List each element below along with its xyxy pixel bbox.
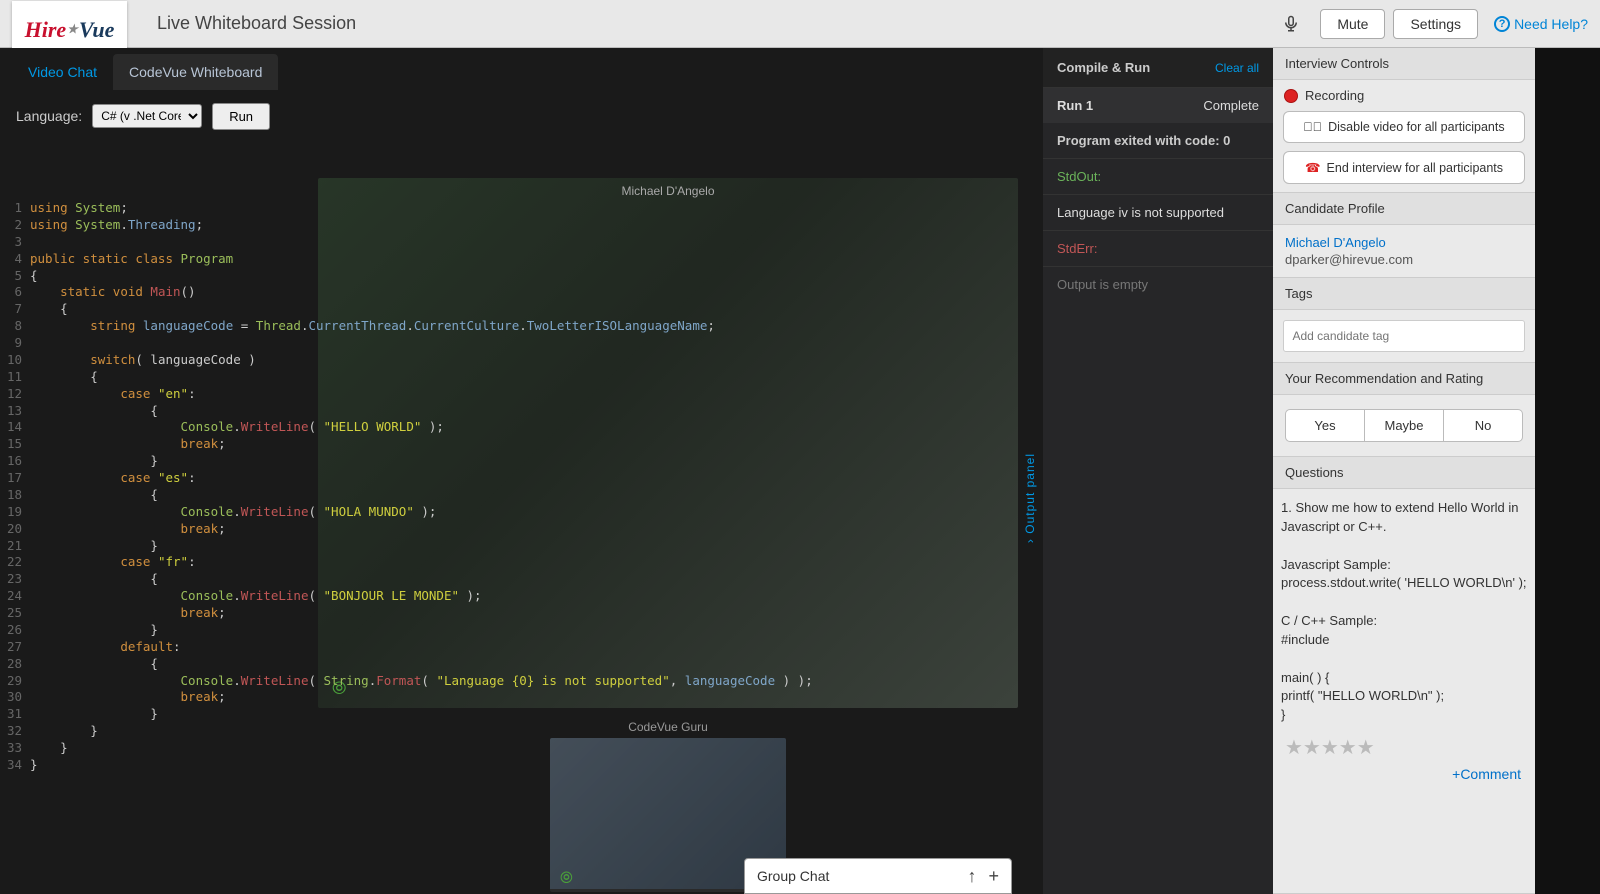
tags-header: Tags: [1273, 278, 1535, 310]
help-icon: ?: [1494, 16, 1510, 32]
recommendation-buttons: Yes Maybe No: [1285, 409, 1523, 442]
output-panel: Compile & Run Clear all Run 1 Complete P…: [1043, 48, 1273, 894]
logo-prefix: Hire: [25, 17, 67, 43]
page-title: Live Whiteboard Session: [157, 13, 356, 34]
exit-code: Program exited with code: 0: [1043, 123, 1273, 159]
rec-no-button[interactable]: No: [1444, 409, 1523, 442]
tab-codevue-whiteboard[interactable]: CodeVue Whiteboard: [113, 54, 278, 90]
interview-controls-header: Interview Controls: [1273, 48, 1535, 80]
group-chat-bar[interactable]: Group Chat ↑ +: [744, 858, 1012, 894]
hangup-icon: ☎: [1305, 161, 1321, 175]
recording-status: Recording: [1273, 80, 1535, 111]
recording-label: Recording: [1305, 88, 1364, 103]
output-header: Compile & Run: [1057, 60, 1150, 75]
connection-icon-self: ⦾: [560, 870, 573, 888]
mic-icon[interactable]: [1282, 15, 1300, 33]
recommendation-header: Your Recommendation and Rating: [1273, 363, 1535, 395]
clear-all-link[interactable]: Clear all: [1215, 61, 1259, 75]
rec-yes-button[interactable]: Yes: [1285, 409, 1364, 442]
language-select[interactable]: C# (v .Net Core): [92, 104, 202, 128]
run-button[interactable]: Run: [212, 103, 270, 130]
tabs: Video Chat CodeVue Whiteboard: [0, 48, 1043, 96]
help-link[interactable]: ? Need Help?: [1494, 16, 1588, 32]
run-status: Complete: [1203, 98, 1259, 113]
disable-video-button[interactable]: 📷⃠Disable video for all participants: [1283, 111, 1524, 143]
tag-input[interactable]: [1283, 320, 1524, 352]
tab-video-chat[interactable]: Video Chat: [12, 54, 113, 90]
candidate-name-link[interactable]: Michael D'Angelo: [1285, 235, 1523, 250]
stdout-content: Language iv is not supported: [1043, 195, 1273, 231]
end-interview-button[interactable]: ☎End interview for all participants: [1283, 151, 1524, 184]
top-bar: Hire★Vue Live Whiteboard Session Mute Se…: [0, 0, 1600, 48]
logo-suffix: Vue: [79, 17, 114, 43]
questions-header: Questions: [1273, 457, 1535, 489]
stderr-empty: Output is empty: [1043, 267, 1273, 302]
stderr-label: StdErr:: [1043, 231, 1273, 267]
add-comment-link[interactable]: +Comment: [1452, 766, 1521, 782]
mute-button[interactable]: Mute: [1320, 9, 1385, 39]
run-label: Run 1: [1057, 98, 1093, 113]
arrow-up-icon[interactable]: ↑: [967, 866, 976, 887]
help-label: Need Help?: [1514, 16, 1588, 32]
language-label: Language:: [16, 108, 82, 124]
candidate-email: dparker@hirevue.com: [1285, 252, 1523, 267]
editor-toolbar: Language: C# (v .Net Core) Run: [0, 96, 1043, 136]
record-icon: [1285, 90, 1297, 102]
sidebar: Interview Controls Recording 📷⃠Disable v…: [1273, 48, 1535, 894]
video-main-label: Michael D'Angelo: [318, 184, 1018, 198]
camera-off-icon: 📷⃠: [1303, 120, 1322, 134]
group-chat-label: Group Chat: [757, 868, 829, 884]
settings-button[interactable]: Settings: [1393, 9, 1478, 39]
rec-maybe-button[interactable]: Maybe: [1364, 409, 1444, 442]
rating-stars[interactable]: ★★★★★: [1273, 735, 1535, 760]
candidate-profile-header: Candidate Profile: [1273, 193, 1535, 225]
stdout-label: StdOut:: [1043, 159, 1273, 195]
main-area: Video Chat CodeVue Whiteboard Language: …: [0, 48, 1043, 894]
question-text: 1. Show me how to extend Hello World in …: [1273, 489, 1535, 735]
code-editor[interactable]: 1using System; 2using System.Threading; …: [0, 200, 1030, 774]
plus-icon[interactable]: +: [988, 866, 999, 887]
logo-star-icon: ★: [67, 22, 78, 37]
